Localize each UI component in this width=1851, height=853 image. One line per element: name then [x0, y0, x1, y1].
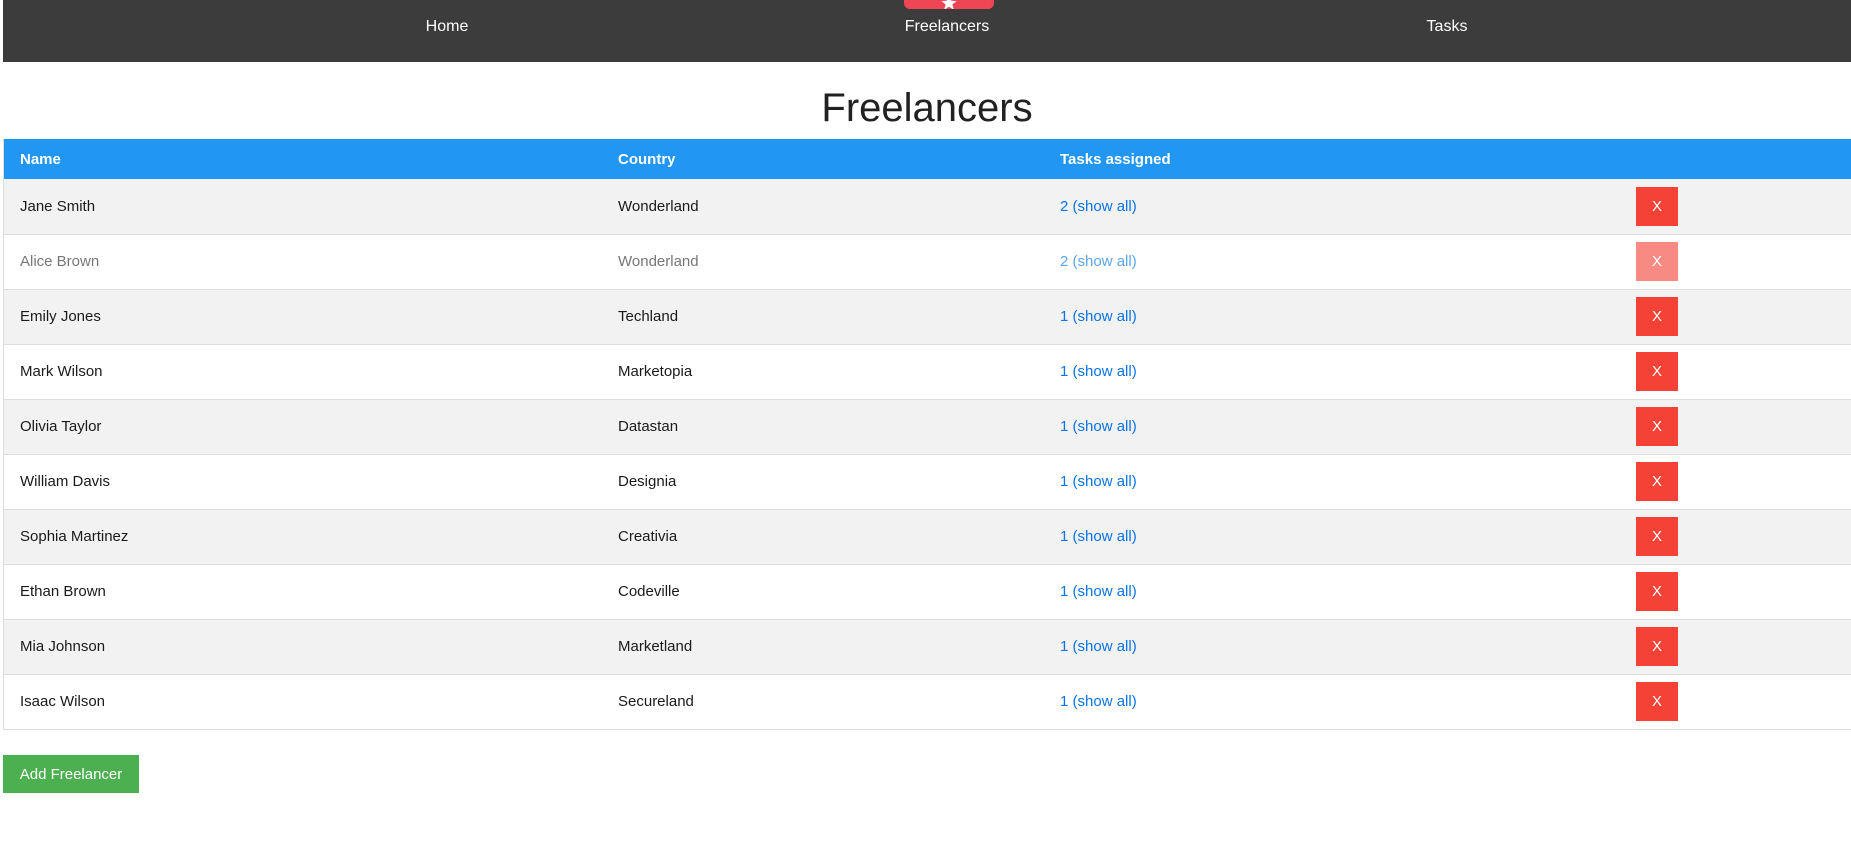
table-body: Jane Smith Wonderland 2 (show all) X Alice B…: [4, 179, 1851, 729]
delete-freelancer-button[interactable]: X: [1636, 517, 1678, 556]
cell-name: Mark Wilson: [20, 363, 103, 380]
cell-tasks: 1 (show all): [1044, 564, 1614, 619]
table-row: Mia Johnson Marketland 1 (show all) X: [4, 619, 1851, 674]
cell-actions: X: [1614, 454, 1851, 509]
show-all-tasks-link[interactable]: 1 (show all): [1060, 418, 1137, 435]
cell-country: Creativia: [618, 528, 678, 545]
cell-name: Isaac Wilson: [20, 693, 106, 710]
cell-tasks: 1 (show all): [1044, 399, 1614, 454]
table-row: Jane Smith Wonderland 2 (show all) X: [4, 179, 1851, 234]
cell-actions: X: [1614, 399, 1851, 454]
cell-actions: X: [1614, 619, 1851, 674]
navbar: Home Freelancers Tasks: [3, 0, 1851, 62]
show-all-tasks-link[interactable]: 1 (show all): [1060, 473, 1137, 490]
cell-country: Marketland: [618, 638, 693, 655]
cell-country: Techland: [618, 308, 679, 325]
cell-actions: X: [1614, 564, 1851, 619]
table-row: William Davis Designia 1 (show all) X: [4, 454, 1851, 509]
cell-actions: X: [1614, 234, 1851, 289]
freelancers-table: Name Country Tasks assigned Jane Smith Wo…: [4, 139, 1851, 730]
cell-country: Codeville: [618, 583, 680, 600]
cell-name: Ethan Brown: [20, 583, 106, 600]
delete-freelancer-button[interactable]: X: [1636, 186, 1678, 226]
freelancers-table-container: Name Country Tasks assigned Jane Smith Wo…: [3, 139, 1851, 730]
table-row: Mark Wilson Marketopia 1 (show all) X: [4, 344, 1851, 399]
cell-tasks: 1 (show all): [1044, 674, 1614, 729]
table-row: Olivia Taylor Datastan 1 (show all) X: [4, 399, 1851, 454]
cell-country: Datastan: [618, 418, 679, 435]
nav-home-link[interactable]: Home: [426, 0, 469, 54]
cell-tasks: 1 (show all): [1044, 619, 1614, 674]
table-row: Emily Jones Techland 1 (show all) X: [4, 289, 1851, 344]
cell-name: Alice Brown: [20, 253, 100, 270]
show-all-tasks-link[interactable]: 1 (show all): [1060, 308, 1137, 325]
page: Home Freelancers Tasks Freelancers Name …: [0, 0, 1851, 853]
cell-name: Olivia Taylor: [20, 418, 102, 435]
cell-name: Sophia Martinez: [20, 528, 129, 545]
show-all-tasks-link[interactable]: 1 (show all): [1060, 693, 1137, 710]
cell-tasks: 2 (show all): [1044, 179, 1614, 234]
delete-freelancer-button[interactable]: X: [1636, 627, 1678, 666]
cell-actions: X: [1614, 674, 1851, 729]
show-all-tasks-link[interactable]: 2 (show all): [1060, 253, 1137, 270]
cell-tasks: 1 (show all): [1044, 344, 1614, 399]
cell-actions: X: [1614, 179, 1851, 234]
add-freelancer-button[interactable]: Add Freelancer: [3, 755, 139, 793]
cell-country: Wonderland: [618, 253, 699, 270]
cell-tasks: 1 (show all): [1044, 289, 1614, 344]
column-header-name: Name: [20, 150, 61, 168]
cell-country: Marketopia: [618, 363, 693, 380]
page-title: Freelancers: [821, 86, 1033, 130]
cell-name: William Davis: [20, 473, 110, 490]
cell-name: Emily Jones: [20, 308, 101, 325]
table-header-row: Name Country Tasks assigned: [4, 139, 1851, 179]
delete-freelancer-button[interactable]: X: [1636, 242, 1678, 281]
cell-tasks: 1 (show all): [1044, 509, 1614, 564]
delete-freelancer-button[interactable]: X: [1636, 352, 1678, 391]
table-row: Ethan Brown Codeville 1 (show all) X: [4, 564, 1851, 619]
show-all-tasks-link[interactable]: 1 (show all): [1060, 363, 1137, 380]
cell-tasks: 2 (show all): [1044, 234, 1614, 289]
column-header-tasks: Tasks assigned: [1060, 150, 1171, 168]
table-header: Name Country Tasks assigned: [4, 139, 1851, 179]
cell-country: Wonderland: [618, 197, 699, 215]
show-all-tasks-link[interactable]: 1 (show all): [1060, 638, 1137, 655]
cell-actions: X: [1614, 344, 1851, 399]
show-all-tasks-link[interactable]: 1 (show all): [1060, 583, 1137, 600]
cell-actions: X: [1614, 509, 1851, 564]
delete-freelancer-button[interactable]: X: [1636, 297, 1678, 336]
show-all-tasks-link[interactable]: 1 (show all): [1060, 528, 1137, 545]
table-row: Isaac Wilson Secureland 1 (show all) X: [4, 674, 1851, 729]
cell-country: Secureland: [618, 693, 694, 710]
cell-actions: X: [1614, 289, 1851, 344]
cell-name: Mia Johnson: [20, 638, 106, 655]
column-header-country: Country: [618, 150, 676, 168]
cell-tasks: 1 (show all): [1044, 454, 1614, 509]
cell-country: Designia: [618, 473, 677, 490]
nav-tasks-link[interactable]: Tasks: [1427, 0, 1468, 54]
column-header-actions: [1614, 139, 1851, 179]
show-all-tasks-link[interactable]: 2 (show all): [1060, 198, 1137, 215]
delete-freelancer-button[interactable]: X: [1636, 572, 1678, 611]
table-row: Sophia Martinez Creativia 1 (show all) X: [4, 509, 1851, 564]
delete-freelancer-button[interactable]: X: [1636, 462, 1678, 501]
table-row: Alice Brown Wonderland 2 (show all) X: [4, 234, 1851, 289]
delete-freelancer-button[interactable]: X: [1636, 682, 1678, 721]
nav-freelancers-link[interactable]: Freelancers: [905, 0, 989, 54]
cell-name: Jane Smith: [20, 197, 96, 215]
delete-freelancer-button[interactable]: X: [1636, 407, 1678, 446]
